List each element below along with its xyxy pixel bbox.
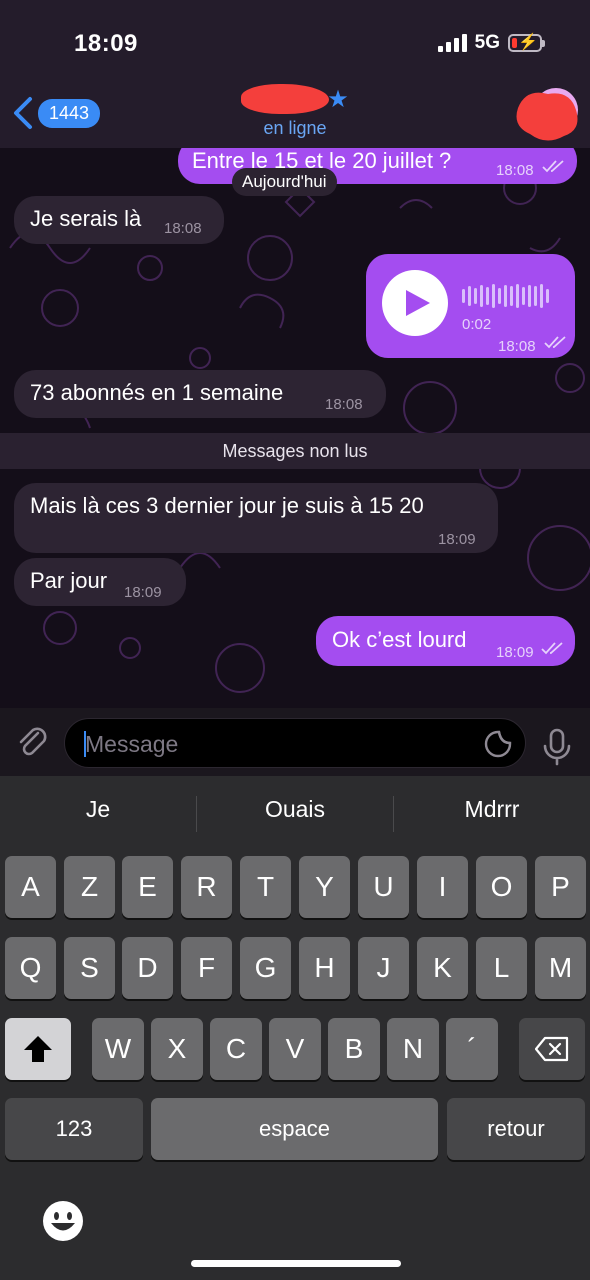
key[interactable]: Y: [299, 856, 350, 918]
key[interactable]: O: [476, 856, 527, 918]
key[interactable]: M: [535, 937, 586, 999]
key[interactable]: W: [92, 1018, 144, 1080]
return-key[interactable]: retour: [447, 1098, 585, 1160]
text-caret: [84, 731, 86, 757]
avatar[interactable]: [512, 86, 582, 144]
key[interactable]: I: [417, 856, 468, 918]
double-check-icon: [542, 160, 564, 173]
message-time: 18:09: [124, 584, 162, 601]
key[interactable]: A: [5, 856, 56, 918]
suggestion-1[interactable]: Je: [0, 796, 196, 823]
top-bar: 18:09 5G ⚡ 1443 ★ en ligne: [0, 0, 590, 148]
message-text: Je serais là: [30, 206, 142, 231]
message-time: 18:09: [438, 531, 476, 548]
key[interactable]: T: [240, 856, 291, 918]
smiley-icon[interactable]: [42, 1200, 84, 1242]
sticker-icon[interactable]: [483, 729, 513, 759]
key[interactable]: N: [387, 1018, 439, 1080]
paperclip-icon[interactable]: [14, 724, 50, 760]
message-time: 18:08: [164, 220, 202, 237]
message-text: Mais là ces 3 dernier jour je suis à 15 …: [30, 493, 424, 518]
home-indicator[interactable]: [191, 1260, 401, 1267]
key[interactable]: C: [210, 1018, 262, 1080]
network-type: 5G: [474, 32, 500, 53]
unread-messages-divider: Messages non lus: [0, 433, 590, 469]
message-bubble-incoming[interactable]: Mais là ces 3 dernier jour je suis à 15 …: [14, 483, 498, 553]
status-icons: 5G ⚡: [437, 32, 545, 54]
voice-duration: 0:02: [462, 316, 492, 333]
date-pill: Aujourd'hui: [232, 168, 337, 196]
key[interactable]: H: [299, 937, 350, 999]
key[interactable]: V: [269, 1018, 321, 1080]
message-text: Ok c’est lourd: [332, 627, 467, 652]
key[interactable]: J: [358, 937, 409, 999]
key[interactable]: X: [151, 1018, 203, 1080]
key[interactable]: D: [122, 937, 173, 999]
message-text: Par jour: [30, 568, 108, 593]
shift-arrow-icon: [24, 1036, 52, 1062]
double-check-icon: [544, 336, 566, 349]
signal-icon: [437, 34, 467, 52]
voice-waveform[interactable]: [462, 284, 549, 308]
message-time: 18:08: [498, 338, 536, 355]
message-composer: Message: [0, 708, 590, 776]
keyboard: Je Ouais Mdrrr AZERTYUIOP QSDFGHJKLM WXC…: [0, 776, 590, 1280]
message-text: 73 abonnés en 1 semaine: [30, 380, 284, 405]
message-time: 18:09: [496, 644, 534, 661]
key[interactable]: U: [358, 856, 409, 918]
key[interactable]: G: [240, 937, 291, 999]
delete-key[interactable]: [519, 1018, 585, 1080]
battery-icon: ⚡: [508, 34, 545, 52]
backspace-icon: [534, 1036, 569, 1062]
key[interactable]: ´: [446, 1018, 498, 1080]
key[interactable]: Z: [64, 856, 115, 918]
key[interactable]: R: [181, 856, 232, 918]
message-time: 18:08: [496, 162, 534, 179]
key[interactable]: E: [122, 856, 173, 918]
message-time: 18:08: [325, 396, 363, 413]
key[interactable]: P: [535, 856, 586, 918]
chat-title[interactable]: ★: [0, 84, 590, 114]
online-status: en ligne: [263, 118, 327, 138]
numbers-key[interactable]: 123: [5, 1098, 143, 1160]
microphone-icon[interactable]: [542, 728, 572, 766]
message-bubble-incoming[interactable]: 73 abonnés en 1 semaine 18:08: [14, 370, 386, 418]
suggestion-2[interactable]: Ouais: [197, 796, 393, 823]
redacted-name: [241, 84, 330, 114]
key[interactable]: B: [328, 1018, 380, 1080]
key[interactable]: S: [64, 937, 115, 999]
key[interactable]: K: [417, 937, 468, 999]
message-placeholder: Message: [85, 731, 179, 757]
key[interactable]: F: [181, 937, 232, 999]
message-input[interactable]: Message: [64, 718, 526, 768]
suggestion-3[interactable]: Mdrrr: [394, 796, 590, 823]
key[interactable]: Q: [5, 937, 56, 999]
voice-message-bubble[interactable]: 0:02 18:08: [366, 254, 575, 358]
status-time: 18:09: [74, 30, 138, 57]
message-bubble-incoming[interactable]: Je serais là 18:08: [14, 196, 224, 244]
message-bubble-incoming[interactable]: Par jour 18:09: [14, 558, 186, 606]
message-bubble-outgoing[interactable]: Ok c’est lourd 18:09: [316, 616, 575, 666]
key[interactable]: L: [476, 937, 527, 999]
shift-key[interactable]: [5, 1018, 71, 1080]
star-icon: ★: [327, 85, 349, 113]
double-check-icon: [541, 642, 563, 655]
play-button[interactable]: [382, 270, 448, 336]
chat-area[interactable]: Entre le 15 et le 20 juillet ? 18:08 Auj…: [0, 148, 590, 708]
play-icon: [406, 290, 430, 316]
space-key[interactable]: espace: [151, 1098, 438, 1160]
